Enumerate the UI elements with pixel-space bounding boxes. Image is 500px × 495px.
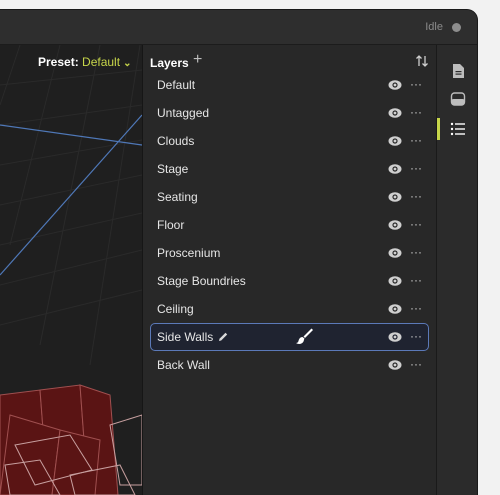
layer-row[interactable]: Clouds ··· bbox=[150, 127, 429, 155]
layers-list-icon[interactable] bbox=[450, 121, 466, 137]
layer-label: Stage bbox=[157, 162, 189, 176]
sort-icon[interactable] bbox=[415, 54, 429, 68]
layer-label: Seating bbox=[157, 190, 198, 204]
more-options-icon[interactable]: ··· bbox=[410, 218, 422, 230]
layer-row[interactable]: Proscenium ··· bbox=[150, 239, 429, 267]
layer-row[interactable]: Floor ··· bbox=[150, 211, 429, 239]
document-icon[interactable] bbox=[450, 63, 466, 79]
objects-icon[interactable] bbox=[450, 91, 466, 107]
eye-icon[interactable] bbox=[388, 219, 402, 231]
app-window: Idle Preset: Default ⌄ Layers + Default … bbox=[0, 10, 477, 495]
status-label: Idle bbox=[425, 21, 443, 33]
layer-row-selected[interactable]: Side Walls ··· bbox=[150, 323, 429, 351]
preset-value: Default bbox=[82, 55, 121, 69]
layer-label: Proscenium bbox=[157, 246, 221, 260]
more-options-icon[interactable]: ··· bbox=[410, 78, 422, 90]
more-options-icon[interactable]: ··· bbox=[410, 106, 422, 118]
layer-row[interactable]: Seating ··· bbox=[150, 183, 429, 211]
layer-list: Default ··· Untagged ··· Clouds ··· Stag… bbox=[143, 71, 437, 379]
active-indicator bbox=[437, 118, 440, 140]
preset-label: Preset: bbox=[38, 55, 79, 69]
layer-label: Default bbox=[157, 78, 196, 92]
preset-selector[interactable]: Preset: Default ⌄ bbox=[38, 55, 131, 69]
eye-icon[interactable] bbox=[388, 303, 402, 315]
more-options-icon[interactable]: ··· bbox=[410, 190, 422, 202]
plus-icon[interactable]: + bbox=[193, 52, 202, 68]
more-options-icon[interactable]: ··· bbox=[410, 274, 422, 286]
layer-row[interactable]: Stage ··· bbox=[150, 155, 429, 183]
layer-label: Stage Boundries bbox=[157, 274, 246, 288]
eye-icon[interactable] bbox=[388, 107, 402, 119]
eye-icon[interactable] bbox=[388, 331, 402, 343]
layer-row[interactable]: Default ··· bbox=[150, 71, 429, 99]
title-bar: Idle bbox=[0, 10, 477, 45]
viewport-canvas bbox=[0, 45, 142, 495]
layer-label: Back Wall bbox=[157, 358, 210, 372]
layer-label: Floor bbox=[157, 218, 185, 232]
more-options-icon[interactable]: ··· bbox=[410, 246, 422, 258]
eye-icon[interactable] bbox=[388, 135, 402, 147]
eye-icon[interactable] bbox=[388, 359, 402, 371]
layer-row[interactable]: Back Wall ··· bbox=[150, 351, 429, 379]
pencil-icon[interactable] bbox=[217, 331, 229, 343]
layer-row[interactable]: Stage Boundries ··· bbox=[150, 267, 429, 295]
chevron-down-icon: ⌄ bbox=[123, 58, 132, 69]
3d-viewport[interactable]: Preset: Default ⌄ bbox=[0, 45, 142, 495]
layer-row[interactable]: Ceiling ··· bbox=[150, 295, 429, 323]
eye-icon[interactable] bbox=[388, 163, 402, 175]
layer-label: Side Walls bbox=[157, 330, 214, 344]
eye-icon[interactable] bbox=[388, 191, 402, 203]
more-options-icon[interactable]: ··· bbox=[410, 330, 422, 342]
paint-brush-icon bbox=[296, 328, 313, 344]
eye-icon[interactable] bbox=[388, 79, 402, 91]
layers-title: Layers bbox=[150, 56, 189, 70]
eye-icon[interactable] bbox=[388, 275, 402, 287]
layer-row[interactable]: Untagged ··· bbox=[150, 99, 429, 127]
status-indicator bbox=[452, 23, 461, 32]
layer-label: Ceiling bbox=[157, 302, 194, 316]
more-options-icon[interactable]: ··· bbox=[410, 134, 422, 146]
layer-label: Clouds bbox=[157, 134, 195, 148]
more-options-icon[interactable]: ··· bbox=[410, 358, 422, 370]
right-sidebar bbox=[436, 45, 477, 495]
layers-panel: Layers + Default ··· Untagged ··· Clouds… bbox=[142, 45, 437, 495]
more-options-icon[interactable]: ··· bbox=[410, 162, 422, 174]
layer-label: Untagged bbox=[157, 106, 210, 120]
more-options-icon[interactable]: ··· bbox=[410, 302, 422, 314]
eye-icon[interactable] bbox=[388, 247, 402, 259]
